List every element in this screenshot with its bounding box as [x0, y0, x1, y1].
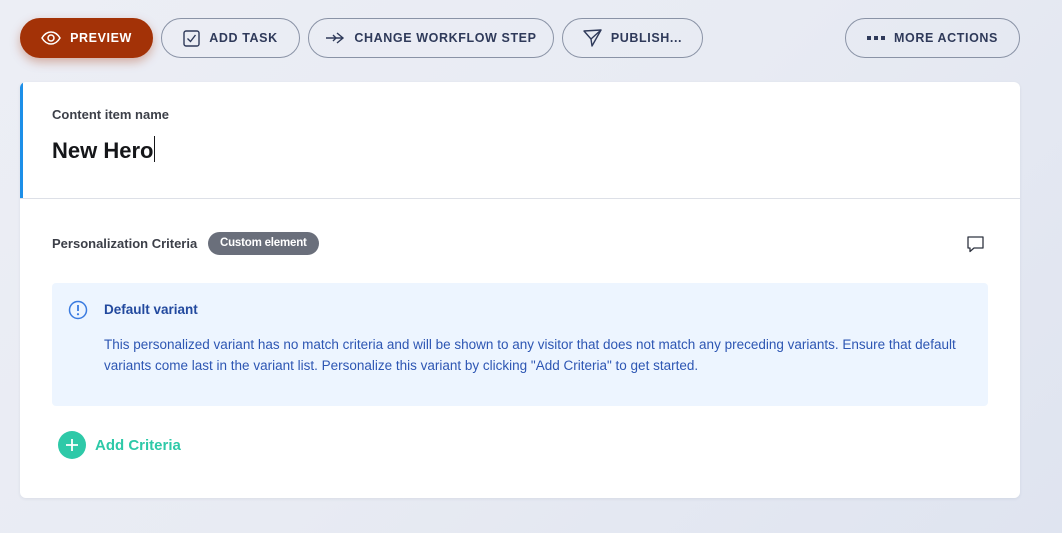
- change-workflow-step-button[interactable]: CHANGE WORKFLOW STEP: [308, 18, 554, 58]
- add-criteria-button[interactable]: Add Criteria: [58, 430, 181, 460]
- content-item-name-value: New Hero: [52, 138, 154, 163]
- paper-plane-icon: [583, 29, 602, 47]
- content-item-name-input[interactable]: New Hero: [52, 136, 156, 164]
- dots-icon: [867, 36, 886, 40]
- checkbox-icon: [183, 29, 200, 47]
- publish-label: PUBLISH...: [610, 31, 683, 45]
- plus-icon: [58, 431, 86, 459]
- text-caret: [154, 136, 156, 162]
- focus-accent-bar: [20, 82, 23, 198]
- change-workflow-label: CHANGE WORKFLOW STEP: [354, 31, 537, 45]
- default-variant-title: Default variant: [104, 302, 198, 317]
- personalization-criteria-label: Personalization Criteria: [52, 236, 198, 251]
- more-actions-button[interactable]: MORE ACTIONS: [845, 18, 1020, 58]
- eye-icon: [41, 31, 61, 45]
- add-task-label: ADD TASK: [209, 31, 278, 45]
- custom-element-badge: Custom element: [208, 232, 319, 255]
- publish-button[interactable]: PUBLISH...: [562, 18, 703, 58]
- add-criteria-label: Add Criteria: [95, 436, 181, 454]
- toolbar: PREVIEW ADD TASK CHANGE WORKFLOW STEP PU…: [20, 18, 1020, 58]
- preview-button[interactable]: PREVIEW: [20, 18, 153, 58]
- more-actions-label: MORE ACTIONS: [894, 31, 998, 45]
- comment-icon: [967, 236, 984, 253]
- arrow-right-icon: [326, 32, 345, 44]
- content-item-name-label: Content item name: [52, 107, 170, 122]
- content-item-card: Content item name New Hero Personalizati…: [20, 82, 1020, 498]
- info-icon: [68, 300, 88, 320]
- content-item-name-section[interactable]: Content item name New Hero: [20, 82, 1020, 199]
- default-variant-description: This personalized variant has no match c…: [104, 337, 956, 373]
- comment-button[interactable]: [965, 233, 987, 255]
- add-task-button[interactable]: ADD TASK: [161, 18, 300, 58]
- preview-label: PREVIEW: [70, 31, 132, 45]
- default-variant-info-box: Default variant This personalized varian…: [52, 283, 988, 406]
